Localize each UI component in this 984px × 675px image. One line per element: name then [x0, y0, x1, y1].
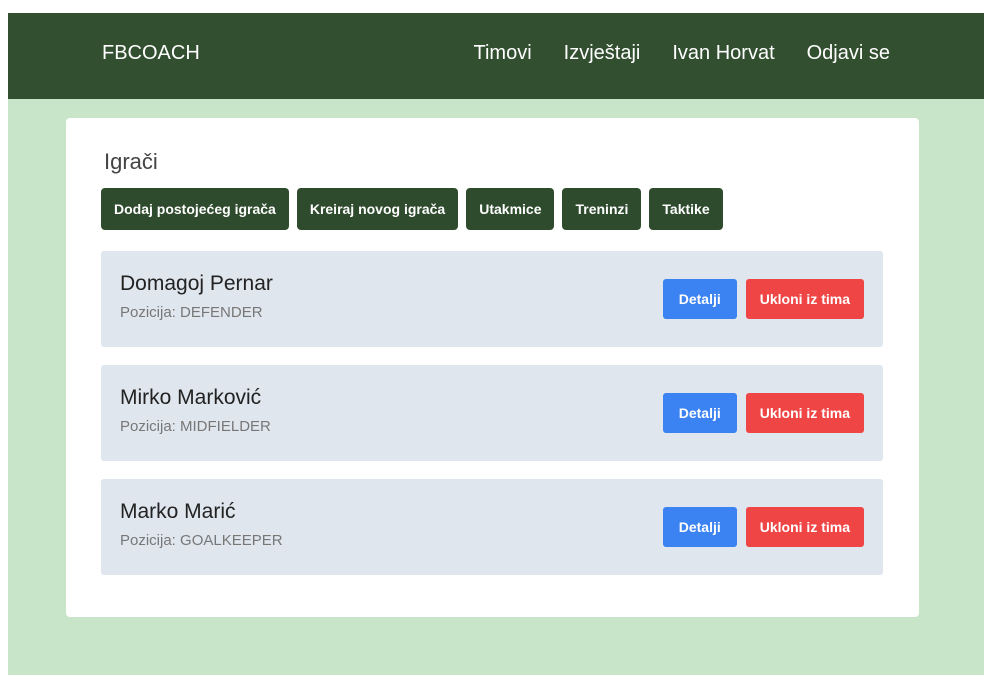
action-bar: Dodaj postojećeg igrača Kreiraj novog ig… — [101, 188, 723, 230]
tactics-button[interactable]: Taktike — [649, 188, 723, 230]
brand-logo[interactable]: FBCOACH — [102, 40, 200, 66]
remove-from-team-button[interactable]: Ukloni iz tima — [745, 507, 864, 547]
row-actions: Detalji Ukloni iz tima — [662, 507, 864, 547]
row-actions: Detalji Ukloni iz tima — [662, 279, 864, 319]
details-button[interactable]: Detalji — [662, 393, 737, 433]
app-container: FBCOACH Timovi Izvještaji Ivan Horvat Od… — [8, 13, 984, 675]
player-row: Domagoj Pernar Pozicija: DEFENDER Detalj… — [101, 251, 883, 347]
player-position: Pozicija: GOALKEEPER — [120, 532, 283, 549]
remove-from-team-button[interactable]: Ukloni iz tima — [745, 393, 864, 433]
page-title: Igrači — [104, 149, 158, 174]
nav-link-user[interactable]: Ivan Horvat — [672, 40, 774, 66]
nav-link-izvjestaji[interactable]: Izvještaji — [564, 40, 641, 66]
nav-link-logout[interactable]: Odjavi se — [807, 40, 890, 66]
player-name: Marko Marić — [120, 500, 236, 523]
details-button[interactable]: Detalji — [662, 279, 737, 319]
details-button[interactable]: Detalji — [662, 507, 737, 547]
player-position: Pozicija: DEFENDER — [120, 304, 263, 321]
add-existing-player-button[interactable]: Dodaj postojećeg igrača — [101, 188, 289, 230]
player-row: Mirko Marković Pozicija: MIDFIELDER Deta… — [101, 365, 883, 461]
top-navbar: FBCOACH Timovi Izvještaji Ivan Horvat Od… — [8, 13, 984, 99]
player-name: Domagoj Pernar — [120, 272, 273, 295]
nav-link-timovi[interactable]: Timovi — [474, 40, 532, 66]
player-row: Marko Marić Pozicija: GOALKEEPER Detalji… — [101, 479, 883, 575]
players-card: Igrači Dodaj postojećeg igrača Kreiraj n… — [66, 118, 919, 617]
nav-links: Timovi Izvještaji Ivan Horvat Odjavi se — [474, 40, 891, 66]
trainings-button[interactable]: Treninzi — [562, 188, 642, 230]
row-actions: Detalji Ukloni iz tima — [662, 393, 864, 433]
player-name: Mirko Marković — [120, 386, 262, 409]
player-list: Domagoj Pernar Pozicija: DEFENDER Detalj… — [101, 251, 883, 575]
create-new-player-button[interactable]: Kreiraj novog igrača — [296, 188, 459, 230]
player-position: Pozicija: MIDFIELDER — [120, 418, 271, 435]
remove-from-team-button[interactable]: Ukloni iz tima — [745, 279, 864, 319]
matches-button[interactable]: Utakmice — [466, 188, 555, 230]
